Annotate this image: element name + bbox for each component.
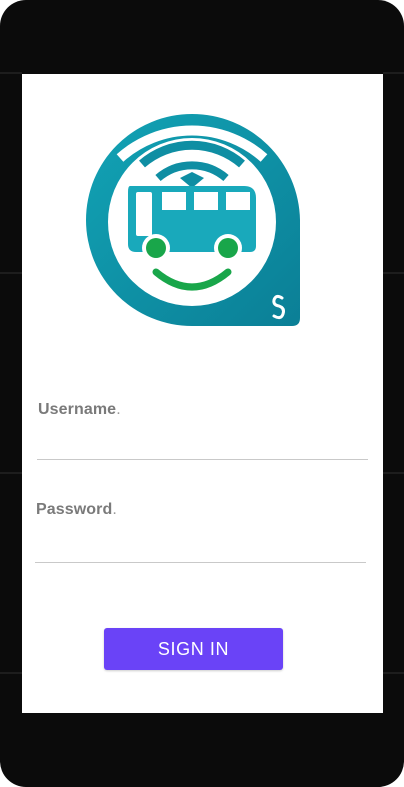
password-label: Password. xyxy=(36,501,117,519)
frame-line xyxy=(0,72,22,74)
password-label-text: Password xyxy=(36,501,113,518)
bus-logo-icon xyxy=(84,112,302,328)
device-frame: Username. Password. SIGN IN xyxy=(0,0,404,787)
password-input[interactable] xyxy=(36,532,366,558)
frame-line xyxy=(0,272,22,274)
frame-line xyxy=(0,472,22,474)
username-input[interactable] xyxy=(38,430,368,456)
username-label-text: Username xyxy=(38,401,117,418)
login-screen: Username. Password. SIGN IN xyxy=(22,74,383,713)
password-underline xyxy=(35,562,366,563)
frame-line xyxy=(383,72,404,74)
username-underline xyxy=(37,459,368,460)
frame-line xyxy=(383,272,404,274)
label-suffix: . xyxy=(116,401,121,418)
username-label: Username. xyxy=(38,401,121,419)
frame-line xyxy=(0,672,22,674)
frame-line xyxy=(383,672,404,674)
label-suffix: . xyxy=(112,501,117,518)
frame-line xyxy=(383,472,404,474)
sign-in-button[interactable]: SIGN IN xyxy=(104,628,283,670)
